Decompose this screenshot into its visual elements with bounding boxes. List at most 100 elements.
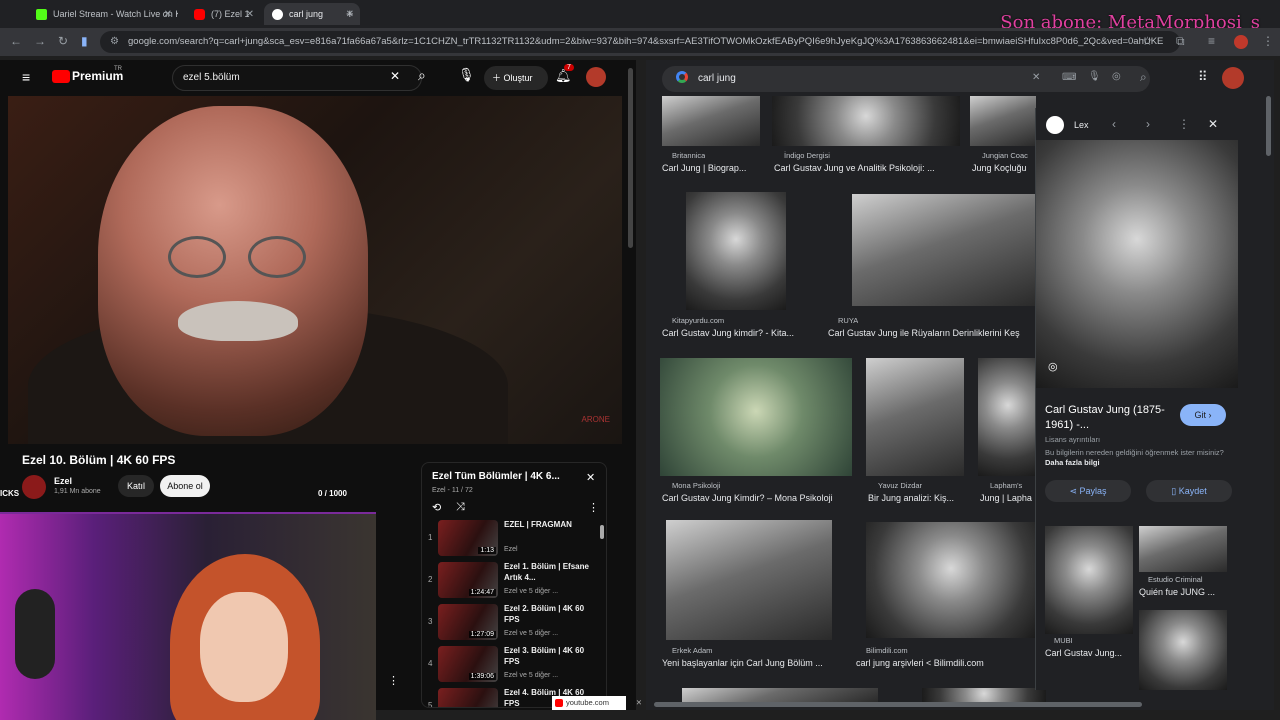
related-image[interactable] [1139,526,1227,572]
video-frame-face [98,106,368,436]
image-source: Bilimdili.com [866,646,908,655]
menu-dots-icon[interactable]: ⋮ [1262,34,1274,48]
playlist-item[interactable]: 1 1:13 EZEL | FRAGMAN Ezel [426,519,602,559]
more-options-icon[interactable]: ⋮ [1178,117,1190,131]
tab-youtube[interactable]: (7) Ezel 1 ✕ [186,3,260,25]
search-icon[interactable]: ⌕ [418,67,426,84]
image-result[interactable] [852,194,1036,306]
image-result[interactable] [660,358,852,476]
playlist-title[interactable]: Ezel Tüm Bölümler | 4K 6... [432,471,578,482]
google-search-input[interactable]: carl jung [662,66,1150,92]
user-avatar[interactable] [586,67,606,87]
playlist-item-channel: Ezel [504,546,518,553]
lens-icon[interactable]: ◎ [1112,71,1121,82]
shuffle-icon[interactable]: ⤨ [456,501,465,514]
vertical-scrollbar[interactable] [1264,96,1272,696]
youtube-search-input[interactable]: ezel 5.bölüm [172,65,422,91]
image-title[interactable]: Jung | Lapha [980,493,1036,503]
image-title[interactable]: Carl Jung | Biograp... [662,163,766,173]
url-field[interactable]: google.com/search?q=carl+jung&sca_esv=e8… [100,31,1180,53]
share-button[interactable]: ⋖ Paylaş [1045,480,1131,502]
loop-icon[interactable]: ⟲ [432,501,441,514]
close-icon[interactable]: ✕ [1208,117,1218,131]
side-panel-icon[interactable]: ▮ [81,34,88,48]
image-result[interactable] [866,522,1036,638]
playlist-item-number: 2 [428,575,433,584]
google-logo-icon [676,71,688,83]
image-title[interactable]: Carl Gustav Jung kimdir? - Kita... [662,328,812,338]
forward-icon[interactable]: → [34,34,46,48]
clear-search-icon[interactable]: ✕ [1032,72,1040,83]
search-icon[interactable]: ⌕ [1140,70,1147,85]
clear-search-icon[interactable]: ✕ [390,69,400,83]
related-image[interactable] [1139,610,1227,690]
site-info-icon[interactable]: ⚙ [110,36,119,47]
horizontal-scrollbar[interactable] [646,700,1274,710]
related-image[interactable] [1045,526,1133,634]
image-title[interactable]: Jung Koçluğu [972,163,1034,173]
next-icon[interactable]: › [1146,117,1150,131]
playlist-item[interactable]: 2 1:24:47 Ezel 1. Bölüm | Efsane Artık 4… [426,561,602,601]
channel-name[interactable]: Ezel [54,476,72,486]
playlist-item[interactable]: 3 1:27:09 Ezel 2. Bölüm | 4K 60 FPS Ezel… [426,603,602,643]
more-options-icon[interactable]: ⋮ [588,501,599,514]
save-button[interactable]: ▯ Kaydet [1146,480,1232,502]
previous-icon[interactable]: ‹ [1112,117,1116,131]
profile-avatar[interactable] [1222,67,1244,89]
license-details-link[interactable]: Lisans ayrıntıları [1045,435,1100,444]
more-options-icon[interactable]: ⋮ [388,674,399,687]
image-result[interactable] [772,96,960,146]
subscribe-button[interactable]: Abone ol [160,475,210,497]
preview-title[interactable]: Carl Gustav Jung (1875-1961) -... [1045,403,1175,433]
image-result[interactable] [978,358,1038,476]
image-source: Mona Psikoloji [672,481,721,490]
close-icon[interactable]: ✕ [586,471,595,484]
youtube-logo-icon[interactable] [52,70,70,83]
image-title[interactable]: Carl Gustav Jung ile Rüyaların Derinlikl… [828,328,1034,338]
image-title[interactable]: Carl Gustav Jung Kimdir? – Mona Psikoloj… [662,493,852,503]
create-button[interactable]: ＋ Oluştur [484,66,548,90]
source-site-name[interactable]: Lex [1074,120,1089,130]
close-icon[interactable]: ✕ [164,9,172,20]
address-bar: ← → ↻ ▮ google.com/search?q=carl+jung&sc… [0,28,1280,56]
channel-avatar[interactable] [22,475,46,499]
image-title[interactable]: Carl Gustav Jung ve Analitik Psikoloji: … [774,163,954,173]
image-result[interactable] [866,358,964,476]
join-button[interactable]: Katıl [118,475,154,497]
image-result[interactable] [662,96,760,146]
related-image-title[interactable]: Carl Gustav Jung... [1045,648,1137,658]
related-image-title[interactable]: Quién fue JUNG ... [1139,587,1233,597]
image-title[interactable]: Yeni başlayanlar için Carl Jung Bölüm ..… [662,658,838,668]
image-title[interactable]: carl jung arşivleri < Bilimdili.com [856,658,1036,668]
new-tab-button[interactable]: + [346,6,354,21]
image-source: RUYA [838,316,859,325]
apps-grid-icon[interactable]: ⠿ [1198,69,1208,85]
image-result[interactable] [970,96,1036,146]
bookmark-star-icon[interactable]: ☆ [1142,34,1153,48]
close-icon[interactable]: ✕ [636,696,642,710]
reading-list-icon[interactable]: ≡ [1208,34,1215,48]
close-icon[interactable]: ✕ [246,9,254,20]
microphone-icon[interactable]: 🎙︎ [458,67,475,83]
go-button[interactable]: Git › [1180,404,1226,426]
microphone-icon[interactable]: 🎙︎ [1088,71,1101,82]
kick-icon [36,8,47,20]
video-player[interactable]: ARONE [8,96,622,444]
image-result[interactable] [666,520,832,640]
more-info-link[interactable]: Daha fazla bilgi [1045,458,1100,467]
hamburger-icon[interactable]: ≡ [22,69,30,85]
playlist-item-channel: Ezel ve 5 diğer ... [504,672,559,679]
keyboard-icon[interactable]: ⌨ [1062,72,1076,83]
youtube-scrollbar[interactable] [626,60,634,710]
lens-icon[interactable]: ◎ [1048,360,1058,373]
playlist-item-number: 3 [428,617,433,626]
preview-image[interactable] [1036,140,1238,388]
back-icon[interactable]: ← [10,34,22,48]
image-title[interactable]: Bir Jung analizi: Kiş... [868,493,964,503]
reload-icon[interactable]: ↻ [58,34,68,48]
extensions-icon[interactable]: ⧉ [1176,34,1185,49]
profile-avatar[interactable] [1234,35,1248,49]
image-result[interactable] [686,192,786,310]
tab-kick[interactable]: Uariel Stream - Watch Live on K ✕ [28,3,178,25]
playlist-item[interactable]: 4 1:39:06 Ezel 3. Bölüm | 4K 60 FPS Ezel… [426,645,602,685]
